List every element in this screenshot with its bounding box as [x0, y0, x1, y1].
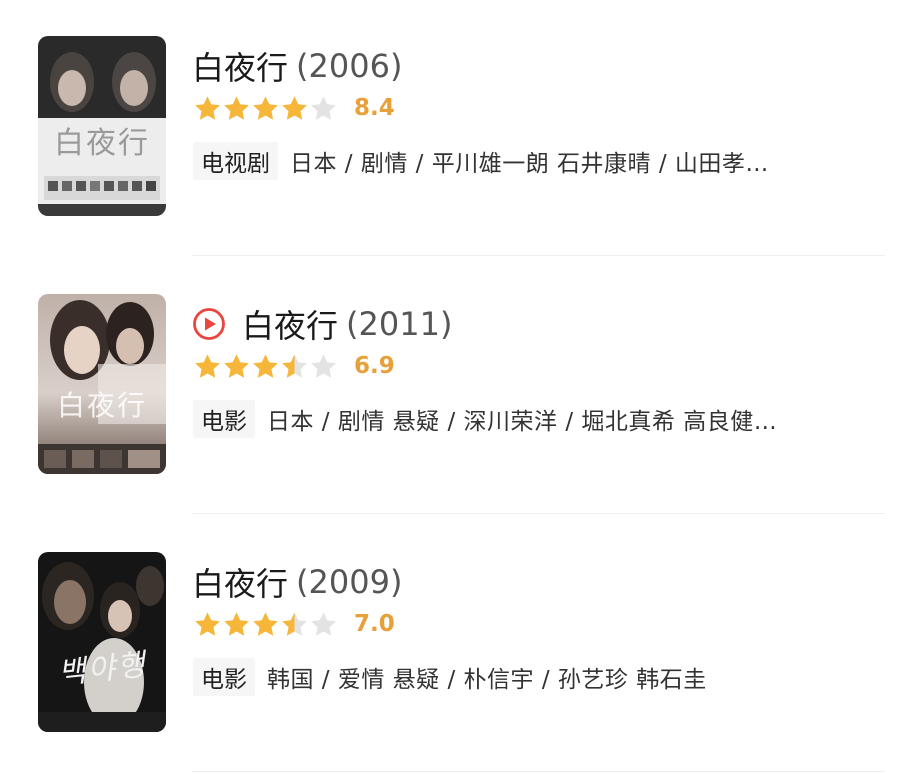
result-item[interactable]: 백야행 白夜行 (2009) 7.0 电影 韩国 / 爱情 悬疑 / 朴信宇 /… — [0, 516, 923, 774]
star-full-icon — [222, 352, 251, 380]
star-half-icon — [280, 610, 309, 638]
star-full-icon — [280, 94, 309, 122]
type-tag: 电影 — [193, 658, 255, 696]
meta-row: 电影 韩国 / 爱情 悬疑 / 朴信宇 / 孙艺珍 韩石圭 — [193, 658, 893, 696]
year: (2009) — [296, 563, 403, 601]
divider — [192, 255, 885, 256]
year: (2011) — [346, 305, 453, 343]
play-icon[interactable] — [192, 307, 226, 341]
title-row[interactable]: 白夜行 (2006) — [192, 44, 402, 88]
divider — [192, 771, 885, 772]
meta-row: 电视剧 日本 / 剧情 / 平川雄一朗 石井康晴 / 山田孝… — [193, 142, 893, 180]
poster-image[interactable]: 白夜行 — [38, 294, 166, 474]
type-tag: 电影 — [193, 400, 255, 438]
poster-image[interactable]: 백야행 — [38, 552, 166, 732]
rating: 6.9 — [193, 350, 395, 382]
divider — [192, 513, 885, 514]
star-full-icon — [251, 94, 280, 122]
rating-score: 8.4 — [354, 95, 395, 121]
star-rating — [193, 610, 338, 638]
star-full-icon — [251, 610, 280, 638]
star-empty-icon — [309, 94, 338, 122]
star-empty-icon — [309, 610, 338, 638]
star-full-icon — [193, 94, 222, 122]
rating-score: 7.0 — [354, 611, 395, 637]
star-full-icon — [193, 352, 222, 380]
type-tag: 电视剧 — [193, 142, 278, 180]
rating-score: 6.9 — [354, 353, 395, 379]
title[interactable]: 白夜行 — [192, 559, 288, 605]
meta-info: 日本 / 剧情 悬疑 / 深川荣洋 / 堀北真希 高良健… — [267, 409, 778, 435]
result-item[interactable]: 白夜行 白夜行 (2011) 6.9 电影 日本 / 剧情 悬疑 / 深川荣洋 … — [0, 258, 923, 516]
title[interactable]: 白夜行 — [242, 301, 338, 347]
poster-title: 白夜行 — [54, 126, 150, 161]
rating: 8.4 — [193, 92, 395, 124]
star-full-icon — [193, 610, 222, 638]
poster-image[interactable]: 白夜行 — [38, 36, 166, 216]
year: (2006) — [296, 47, 403, 85]
poster-title: 白夜行 — [56, 389, 147, 422]
star-rating — [193, 94, 338, 122]
result-item[interactable]: 白夜行 白夜行 (2006) 8.4 电视剧 日本 / 剧情 / 平川雄一朗 石… — [0, 0, 923, 258]
meta-info: 韩国 / 爱情 悬疑 / 朴信宇 / 孙艺珍 韩石圭 — [267, 667, 707, 693]
title-row[interactable]: 白夜行 (2009) — [192, 560, 402, 604]
star-half-icon — [280, 352, 309, 380]
star-full-icon — [251, 352, 280, 380]
star-empty-icon — [309, 352, 338, 380]
search-results-list: 白夜行 白夜行 (2006) 8.4 电视剧 日本 / 剧情 / 平川雄一朗 石… — [0, 0, 923, 774]
title[interactable]: 白夜行 — [192, 43, 288, 89]
title-row[interactable]: 白夜行 (2011) — [192, 302, 452, 346]
star-rating — [193, 352, 338, 380]
rating: 7.0 — [193, 608, 395, 640]
star-full-icon — [222, 94, 251, 122]
meta-info: 日本 / 剧情 / 平川雄一朗 石井康晴 / 山田孝… — [290, 151, 769, 177]
star-full-icon — [222, 610, 251, 638]
meta-row: 电影 日本 / 剧情 悬疑 / 深川荣洋 / 堀北真希 高良健… — [193, 400, 893, 438]
